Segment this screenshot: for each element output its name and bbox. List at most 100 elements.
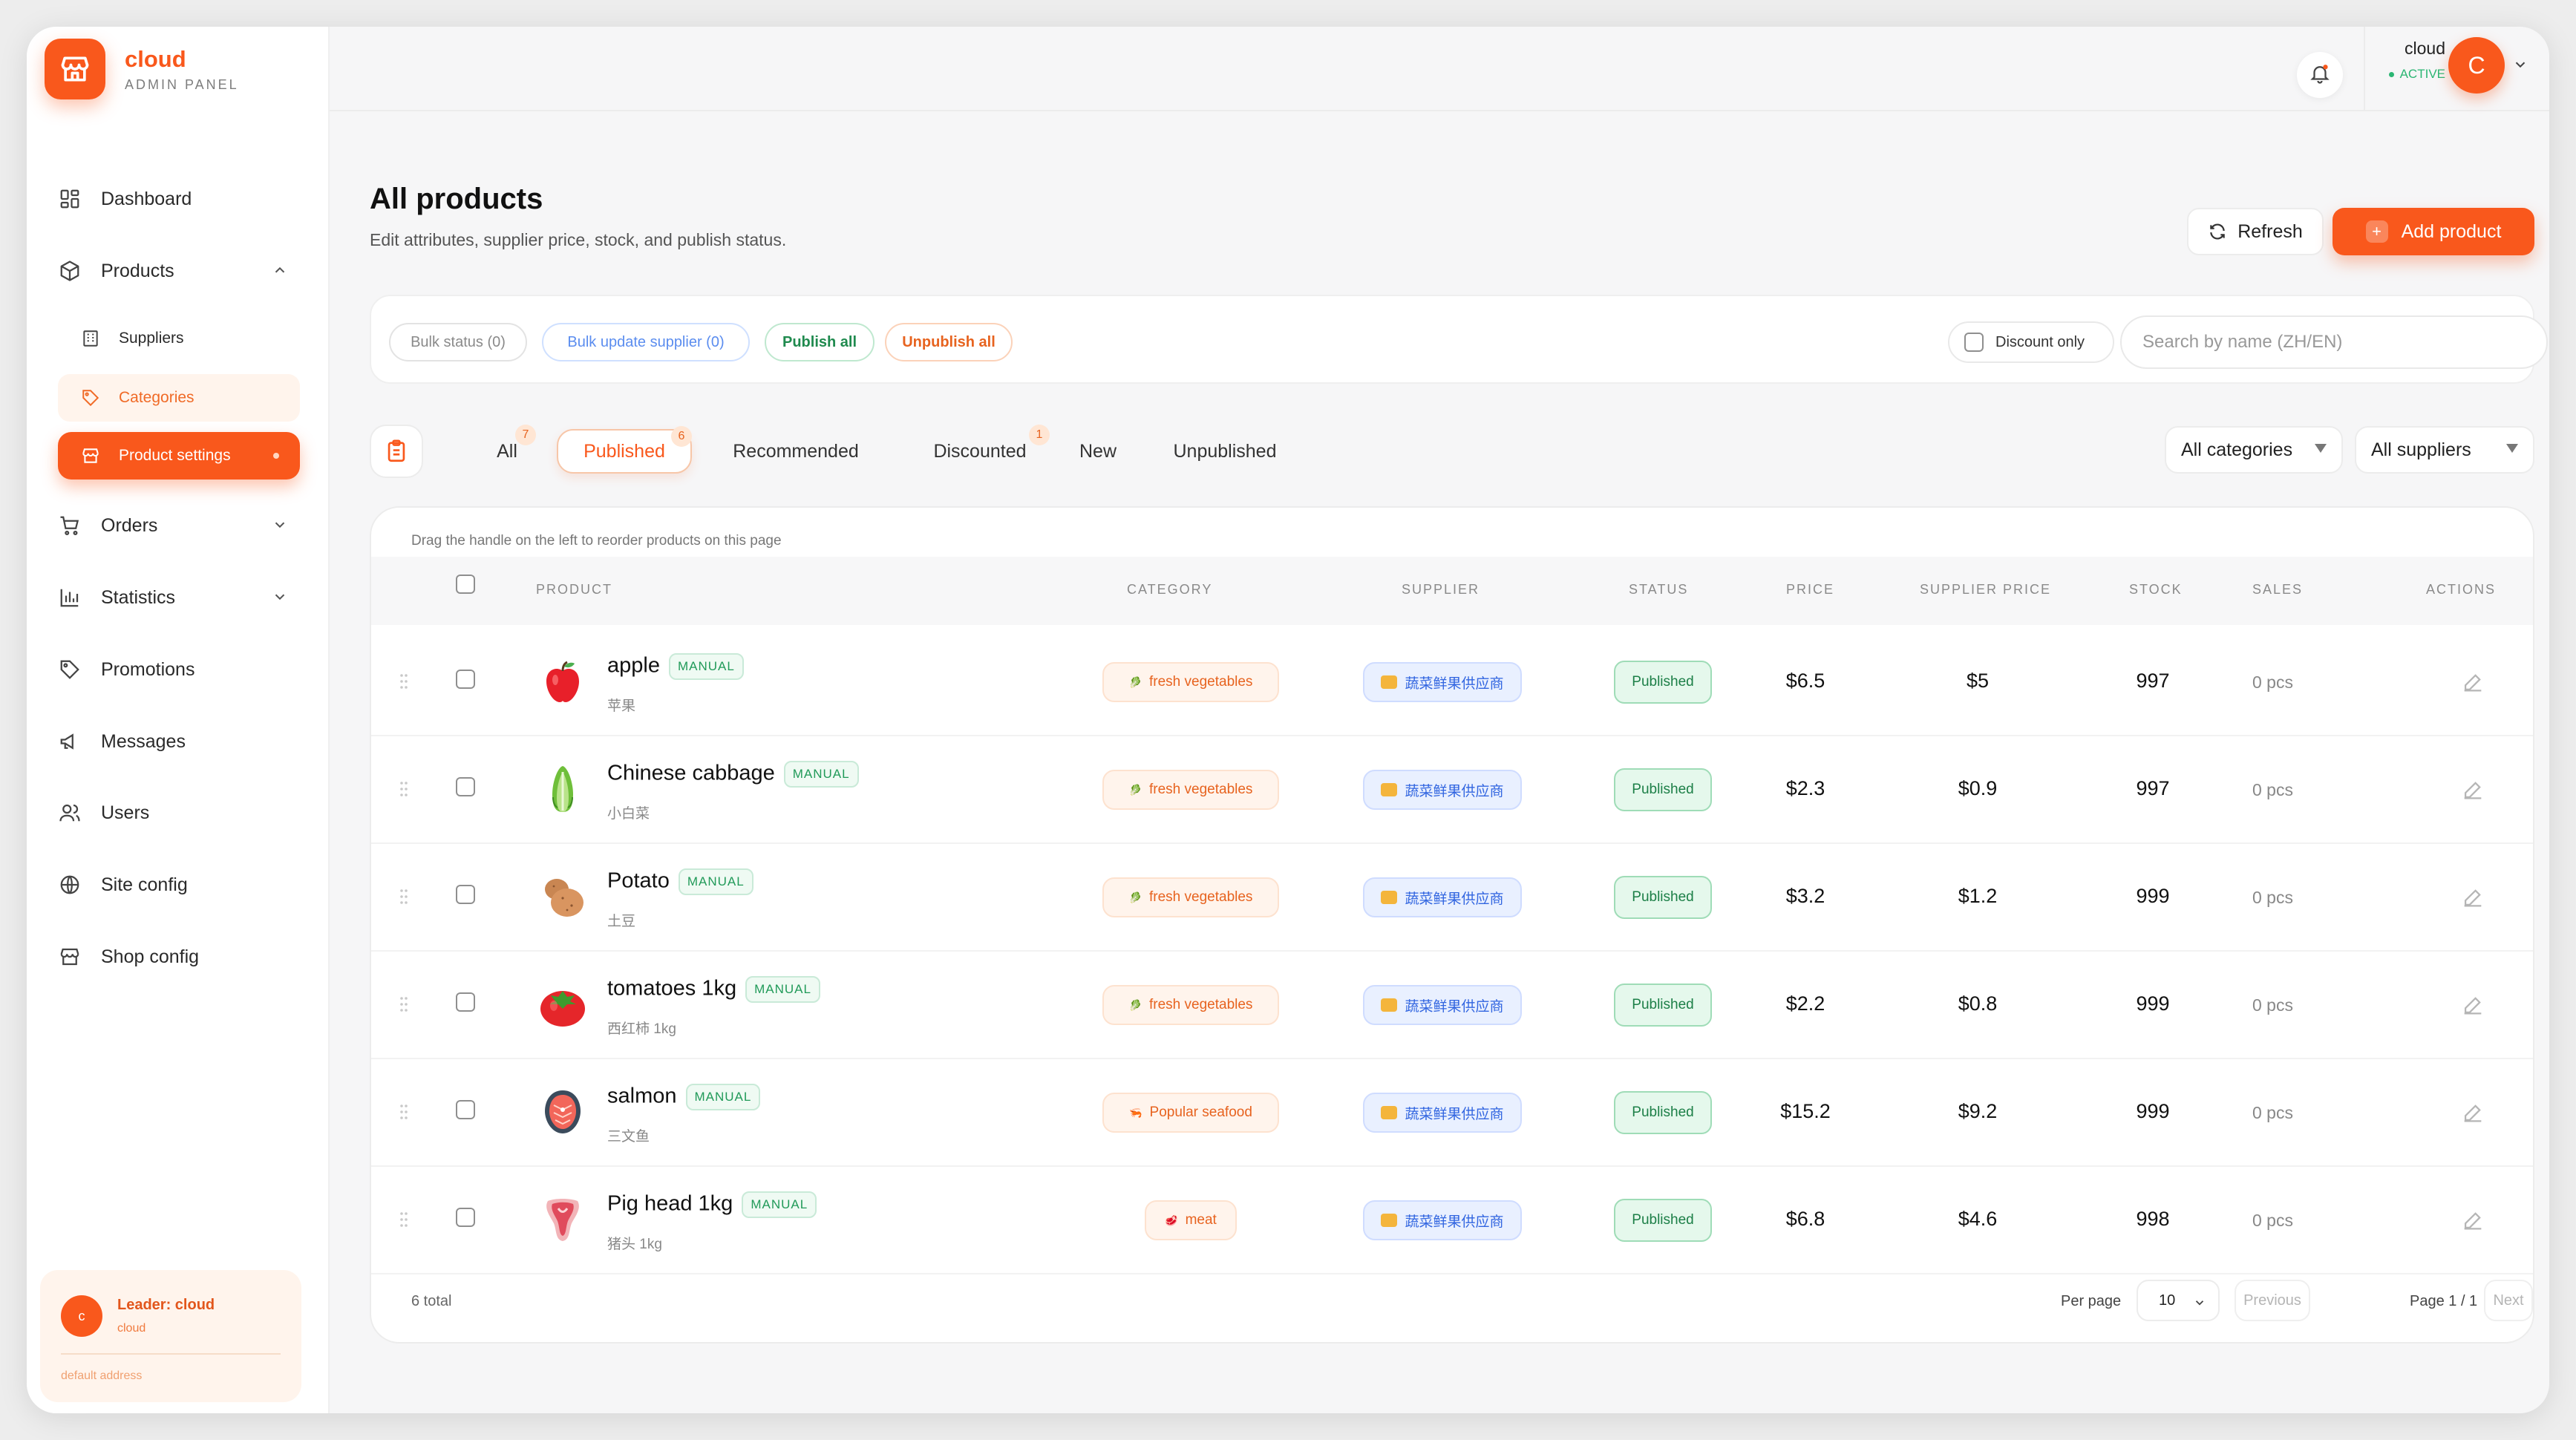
sidebar-item-messages[interactable]: Messages bbox=[56, 718, 309, 765]
drag-handle-icon[interactable] bbox=[399, 888, 408, 906]
tab-published[interactable]: Published 6 bbox=[557, 426, 692, 474]
price-cell: $3.2 bbox=[1785, 885, 1825, 907]
status-badge[interactable]: Published bbox=[1614, 1091, 1712, 1134]
row-checkbox[interactable] bbox=[456, 1100, 475, 1119]
supplier-chip[interactable]: 蔬菜鲜果供应商 bbox=[1363, 985, 1522, 1025]
category-chip[interactable]: 🥬 fresh vegetables bbox=[1102, 770, 1279, 810]
tab-unpublished[interactable]: Unpublished bbox=[1151, 429, 1299, 474]
discount-only-label: Discount only bbox=[1995, 333, 2085, 350]
notification-button[interactable] bbox=[2297, 52, 2343, 98]
per-page-select[interactable]: 10 bbox=[2137, 1280, 2220, 1321]
edit-icon[interactable] bbox=[2460, 777, 2485, 802]
per-page-label: Per page bbox=[2061, 1293, 2122, 1309]
stock-cell: 998 bbox=[2136, 1208, 2170, 1230]
page-title: All products bbox=[370, 183, 543, 215]
next-button[interactable]: Next bbox=[2484, 1280, 2533, 1321]
table-row[interactable]: salmon MANUAL 三文鱼 🦐 Popular seafood 蔬菜鲜果供应商 Pu… bbox=[371, 1058, 2533, 1165]
sidebar-item-site-config[interactable]: Site config bbox=[56, 861, 309, 909]
sales-cell: 0 pcs bbox=[2252, 1103, 2293, 1122]
status-badge[interactable]: Published bbox=[1614, 1199, 1712, 1242]
brand[interactable]: cloud ADMIN PANEL bbox=[45, 39, 239, 99]
supplier-label: 蔬菜鲜果供应商 bbox=[1405, 1213, 1504, 1230]
previous-button[interactable]: Previous bbox=[2235, 1280, 2310, 1321]
row-checkbox[interactable] bbox=[456, 992, 475, 1012]
tab-all[interactable]: All 7 bbox=[481, 425, 536, 474]
table-row[interactable]: Potato MANUAL 土豆 🥬 fresh vegetables 蔬菜鲜果供应商 Pu… bbox=[371, 843, 2533, 950]
supplier-dropdown[interactable]: All suppliers bbox=[2355, 426, 2534, 474]
sidebar-item-product-settings[interactable]: Product settings bbox=[58, 432, 300, 480]
select-all-checkbox[interactable] bbox=[456, 575, 475, 594]
edit-icon[interactable] bbox=[2460, 885, 2485, 910]
add-product-button[interactable]: + Add product bbox=[2333, 208, 2534, 255]
supplier-chip[interactable]: 蔬菜鲜果供应商 bbox=[1363, 1200, 1522, 1240]
drag-handle-icon[interactable] bbox=[399, 672, 408, 690]
category-chip[interactable]: 🥬 fresh vegetables bbox=[1102, 985, 1279, 1025]
supplier-chip[interactable]: 蔬菜鲜果供应商 bbox=[1363, 877, 1522, 917]
category-chip[interactable]: 🥬 fresh vegetables bbox=[1102, 662, 1279, 702]
search-input[interactable]: Search by name (ZH/EN) bbox=[2120, 315, 2548, 369]
edit-icon[interactable] bbox=[2460, 1208, 2485, 1233]
sidebar-item-orders[interactable]: Orders bbox=[56, 502, 309, 549]
tab-new[interactable]: New bbox=[1065, 429, 1131, 474]
table-row[interactable]: tomatoes 1kg MANUAL 西红柿 1kg 🥬 fresh vegetabl… bbox=[371, 951, 2533, 1058]
row-checkbox[interactable] bbox=[456, 777, 475, 796]
sidebar-item-suppliers[interactable]: Suppliers bbox=[58, 315, 300, 362]
status-badge[interactable]: Published bbox=[1614, 768, 1712, 811]
tab-discounted[interactable]: Discounted 1 bbox=[906, 425, 1054, 474]
status-tabs: All 7 Published 6 Recommended Discounted… bbox=[370, 419, 2534, 478]
row-checkbox[interactable] bbox=[456, 1208, 475, 1227]
table-row[interactable]: apple MANUAL 苹果 🥬 fresh vegetables 蔬菜鲜果供应商 Pub… bbox=[371, 628, 2533, 735]
supplier-price-cell: $0.9 bbox=[1958, 777, 1998, 799]
supplier-icon bbox=[1381, 675, 1398, 689]
bulk-status-button[interactable]: Bulk status (0) bbox=[389, 323, 527, 361]
edit-icon[interactable] bbox=[2460, 992, 2485, 1018]
unpublish-all-button[interactable]: Unpublish all bbox=[885, 323, 1013, 361]
category-chip[interactable]: 🥩 meat bbox=[1145, 1200, 1237, 1240]
category-dropdown[interactable]: All categories bbox=[2165, 426, 2343, 474]
status-badge[interactable]: Published bbox=[1614, 984, 1712, 1027]
row-checkbox[interactable] bbox=[456, 670, 475, 689]
supplier-chip[interactable]: 蔬菜鲜果供应商 bbox=[1363, 662, 1522, 702]
salmon-icon bbox=[536, 1085, 589, 1139]
category-chip[interactable]: 🦐 Popular seafood bbox=[1102, 1093, 1279, 1133]
supplier-label: 蔬菜鲜果供应商 bbox=[1405, 675, 1504, 692]
leader-name: Leader: cloud bbox=[117, 1297, 215, 1313]
supplier-chip[interactable]: 蔬菜鲜果供应商 bbox=[1363, 770, 1522, 810]
chevron-down-icon[interactable] bbox=[2512, 56, 2528, 76]
drag-handle-icon[interactable] bbox=[399, 780, 408, 798]
apple-icon bbox=[536, 655, 589, 708]
category-dropdown-value: All categories bbox=[2181, 439, 2293, 460]
sidebar-item-users[interactable]: Users bbox=[56, 789, 309, 837]
drag-hint: Drag the handle on the left to reorder p… bbox=[411, 533, 782, 549]
table-row[interactable]: Pig head 1kg MANUAL 猪头 1kg 🥩 meat 蔬菜鲜果供应商 Publ… bbox=[371, 1166, 2533, 1273]
sidebar-item-promotions[interactable]: Promotions bbox=[56, 646, 309, 693]
sidebar-item-products[interactable]: Products bbox=[56, 247, 309, 295]
supplier-chip[interactable]: 蔬菜鲜果供应商 bbox=[1363, 1093, 1522, 1133]
discount-checkbox[interactable] bbox=[1964, 333, 1984, 352]
category-chip[interactable]: 🥬 fresh vegetables bbox=[1102, 877, 1279, 917]
edit-icon[interactable] bbox=[2460, 670, 2485, 695]
refresh-button[interactable]: Refresh bbox=[2187, 208, 2324, 255]
edit-icon[interactable] bbox=[2460, 1100, 2485, 1125]
status-badge[interactable]: Published bbox=[1614, 876, 1712, 919]
discount-only-toggle[interactable]: Discount only bbox=[1948, 321, 2114, 363]
tab-recommended[interactable]: Recommended bbox=[707, 429, 885, 474]
drag-handle-icon[interactable] bbox=[399, 995, 408, 1013]
supplier-price-cell: $9.2 bbox=[1958, 1100, 1998, 1122]
status-badge[interactable]: Published bbox=[1614, 661, 1712, 704]
publish-all-button[interactable]: Publish all bbox=[765, 323, 875, 361]
sidebar-item-statistics[interactable]: Statistics bbox=[56, 574, 309, 621]
row-checkbox[interactable] bbox=[456, 885, 475, 904]
bulk-supplier-button[interactable]: Bulk update supplier (0) bbox=[542, 323, 750, 361]
clipboard-icon[interactable] bbox=[370, 425, 423, 478]
sidebar-item-categories[interactable]: Categories bbox=[58, 374, 300, 422]
page-indicator: Page 1 / 1 bbox=[2410, 1293, 2478, 1309]
per-page-value: 10 bbox=[2159, 1292, 2176, 1309]
drag-handle-icon[interactable] bbox=[399, 1103, 408, 1121]
drag-handle-icon[interactable] bbox=[399, 1211, 408, 1228]
sidebar-item-dashboard[interactable]: Dashboard bbox=[56, 175, 309, 223]
sidebar-item-shop-config[interactable]: Shop config bbox=[56, 933, 309, 981]
user-avatar[interactable]: C bbox=[2448, 37, 2505, 94]
supplier-dropdown-value: All suppliers bbox=[2371, 439, 2471, 460]
table-row[interactable]: Chinese cabbage MANUAL 小白菜 🥬 fresh vegetable… bbox=[371, 736, 2533, 842]
